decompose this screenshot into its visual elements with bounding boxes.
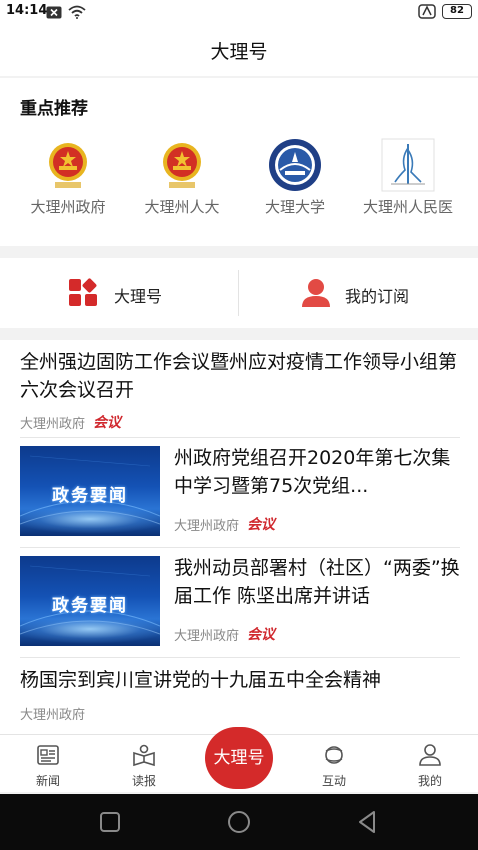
nfc-icon	[418, 4, 436, 19]
recommend-item-label: 大理州人民医	[362, 198, 453, 216]
news-title: 州政府党组召开2020年第七次集中学习暨第75次党组...	[174, 447, 451, 497]
news-thumbnail: 政务要闻	[20, 446, 160, 536]
news-source: 大理州政府	[174, 518, 240, 534]
news-thumbnail: 政务要闻	[20, 556, 160, 646]
interaction-icon	[325, 746, 343, 764]
news-title: 杨国宗到宾川宣讲党的十九届五中全会精神	[20, 669, 382, 691]
recommend-item-dali-university[interactable]: 大理大学	[235, 138, 355, 228]
news-source: 大理州政府	[20, 416, 86, 432]
user-icon	[419, 744, 441, 766]
thumbnail-text: 政务要闻	[52, 596, 128, 616]
news-item[interactable]: 政务要闻 我州动员部署村（社区）“两委”换届工作 陈坚出席并讲话 大理州政府 会…	[20, 548, 460, 658]
recommend-item-dali-hospital[interactable]: 大理州人民医	[348, 138, 468, 228]
news-item[interactable]: 政务要闻 州政府党组召开2020年第七次集中学习暨第75次党组... 大理州政府…	[20, 438, 460, 548]
tab-my-subscription[interactable]: 我的订阅	[239, 258, 477, 328]
nav-item-interaction[interactable]: 互动	[294, 735, 374, 793]
nav-item-mine[interactable]: 我的	[390, 735, 470, 793]
nav-label: 我的	[417, 774, 442, 788]
nav-label: 读报	[131, 774, 156, 788]
nav-item-reader[interactable]: 读报	[104, 735, 184, 793]
news-tag: 会议	[93, 415, 122, 431]
recent-apps-icon[interactable]	[96, 808, 124, 836]
news-meta: 大理州政府	[20, 704, 85, 723]
battery-icon: 82	[442, 4, 472, 19]
university-seal-logo	[269, 139, 321, 191]
news-item[interactable]: 全州强边固防工作会议暨州应对疫情工作领导小组第六次会议召开 大理州政府 会议	[20, 348, 460, 438]
nav-label: 新闻	[35, 774, 60, 788]
thumbnail-text: 政务要闻	[52, 486, 128, 506]
nav-item-news[interactable]: 新闻	[8, 735, 88, 793]
recommend-list: 大理州政府 大理州人大 大理大学 大理州人民医	[0, 138, 478, 228]
national-emblem-logo	[163, 143, 201, 188]
page-title: 大理号	[210, 41, 268, 63]
status-bar: 14:14 82	[0, 0, 478, 24]
news-title: 全州强边固防工作会议暨州应对疫情工作领导小组第六次会议召开	[20, 351, 458, 401]
grid-apps-icon	[69, 278, 97, 306]
tab-dali-hao[interactable]: 大理号	[0, 258, 238, 328]
national-emblem-logo	[49, 143, 87, 188]
news-meta: 大理州政府 会议	[20, 412, 121, 432]
title-bar: 大理号	[0, 24, 478, 76]
news-list: 全州强边固防工作会议暨州应对疫情工作领导小组第六次会议召开 大理州政府 会议 政…	[0, 340, 478, 734]
notification-x-icon	[46, 6, 62, 18]
recommend-item-dali-government[interactable]: 大理州政府	[8, 138, 128, 228]
news-tag: 会议	[247, 627, 276, 643]
bottom-nav: 新闻 读报 大理号 互动 我的	[0, 727, 478, 793]
news-item[interactable]: 杨国宗到宾川宣讲党的十九届五中全会精神 大理州政府	[20, 666, 460, 734]
status-time: 14:14	[6, 3, 48, 18]
home-icon[interactable]	[225, 808, 253, 836]
newspaper-icon	[37, 745, 59, 765]
news-meta: 大理州政府 会议	[174, 514, 275, 534]
news-source: 大理州政府	[20, 708, 86, 723]
section-title: 重点推荐	[20, 99, 88, 119]
recommend-section: 重点推荐 大理州政府 大理州人大 大理大学 大理州人民医	[0, 78, 478, 246]
nav-label: 互动	[321, 774, 346, 788]
dali-hao-center-button[interactable]: 大理号	[205, 727, 273, 789]
tab-label: 大理号	[114, 287, 163, 306]
system-nav-bar	[0, 794, 478, 850]
reader-icon	[133, 744, 155, 767]
back-icon[interactable]	[354, 808, 382, 836]
news-meta: 大理州政府 会议	[174, 624, 275, 644]
news-source: 大理州政府	[174, 628, 240, 644]
hospital-logo	[381, 138, 435, 192]
news-title: 我州动员部署村（社区）“两委”换届工作 陈坚出席并讲话	[174, 557, 460, 607]
recommend-item-label: 大理州政府	[30, 198, 106, 216]
user-subscription-icon	[302, 279, 330, 307]
news-tag: 会议	[247, 517, 276, 533]
tabs-bar: 大理号 我的订阅	[0, 258, 478, 328]
wifi-icon	[68, 5, 86, 19]
recommend-item-dali-congress[interactable]: 大理州人大	[122, 138, 242, 228]
tab-label: 我的订阅	[345, 287, 410, 306]
